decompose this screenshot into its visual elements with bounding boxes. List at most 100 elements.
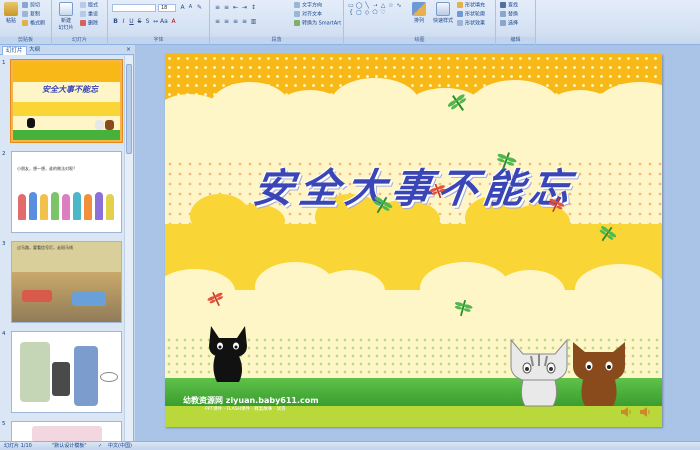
pentagon-shape-icon[interactable]: ⬠ <box>371 9 379 16</box>
paste-button[interactable]: 粘贴 <box>3 2 19 24</box>
slide-canvas[interactable]: 安全大事不能忘 幼教资源网 ziyuan.baby611.com PPT课件 ·… <box>165 54 662 427</box>
slide-thumbnail-2[interactable]: 小朋友，想一想，谁的做法对呢？ <box>11 151 122 233</box>
pen-icon <box>457 11 463 17</box>
slide-thumbnail-3[interactable]: 过马路，要看信号灯，走斑马线 <box>11 241 122 323</box>
shape-fill-button[interactable]: 形状填充 <box>457 2 485 10</box>
slide-thumbnail-4[interactable] <box>11 331 122 413</box>
increase-indent-icon[interactable]: ⇥ <box>241 4 248 11</box>
font-name-combo[interactable] <box>112 4 156 12</box>
font-size-combo[interactable]: 18 <box>158 4 176 12</box>
delete-button[interactable]: 删除 <box>80 20 98 28</box>
speaker-icon[interactable] <box>620 406 632 418</box>
text-direction-icon <box>294 2 300 8</box>
new-slide-icon <box>59 2 73 16</box>
clipboard-group: 粘贴 剪切 复制 格式刷 剪贴板 <box>0 0 52 45</box>
callout-shape-icon[interactable]: ▢ <box>355 9 363 16</box>
thumb-children-illustration <box>18 188 116 224</box>
thumb-illustration <box>32 426 102 442</box>
new-slide-button[interactable]: 新建 幻灯片 <box>55 2 77 31</box>
reset-button[interactable]: 重设 <box>80 11 98 19</box>
delete-icon <box>80 20 86 26</box>
replace-icon <box>500 11 506 17</box>
grey-cat-illustration <box>510 338 568 407</box>
align-left-icon[interactable]: ≡ <box>214 18 221 25</box>
smartart-icon <box>294 20 300 26</box>
font-color-icon[interactable]: A <box>170 18 177 25</box>
ribbon: 粘贴 剪切 复制 格式刷 剪贴板 新建 幻灯片 版式 重设 删除 幻灯片 18 … <box>0 0 700 45</box>
align-right-icon[interactable]: ≡ <box>232 18 239 25</box>
copy-button[interactable]: 复制 <box>22 11 40 19</box>
dragonfly-icon <box>497 152 517 170</box>
smartart-button[interactable]: 转换为 SmartArt <box>294 20 341 28</box>
grow-font-icon[interactable]: A <box>179 4 186 11</box>
rectangle-shape-icon[interactable]: ▭ <box>347 2 355 9</box>
shape-outline-button[interactable]: 形状轮廓 <box>457 11 485 19</box>
star-shape-icon[interactable]: ☆ <box>387 2 395 9</box>
website-footer: 幼教资源网 ziyuan.baby611.com <box>183 396 319 405</box>
shapes-gallery[interactable]: ▭ ◯ ╲ ➝ △ ☆ ∿ {▢ ◇ ⬠ ♡ <box>347 2 409 16</box>
clear-format-icon[interactable]: ✎ <box>196 4 203 11</box>
thumb-speech-bubble <box>100 372 118 382</box>
slide-number: 1 <box>2 60 6 66</box>
curve-shape-icon[interactable]: ∿ <box>395 2 403 9</box>
replace-button[interactable]: 替换 <box>500 11 518 19</box>
bullets-icon[interactable]: ≡ <box>214 4 221 11</box>
line-shape-icon[interactable]: ╲ <box>363 2 371 9</box>
shadow-icon[interactable]: S <box>144 18 151 25</box>
strikethrough-icon[interactable]: S <box>136 18 143 25</box>
select-button[interactable]: 选择 <box>500 20 518 28</box>
slide-number: 5 <box>2 421 6 427</box>
slide-thumbnail-5[interactable] <box>11 421 122 443</box>
align-text-icon <box>294 11 300 17</box>
brace-shape-icon[interactable]: { <box>347 9 355 16</box>
arrow-shape-icon[interactable]: ➝ <box>371 2 379 9</box>
tab-slides[interactable]: 幻灯片 <box>2 46 27 55</box>
line-spacing-icon[interactable]: ↕ <box>250 4 257 11</box>
cut-button[interactable]: 剪切 <box>22 2 40 10</box>
underline-icon[interactable]: U <box>128 18 135 25</box>
close-panel-icon[interactable]: × <box>126 46 131 53</box>
heart-shape-icon[interactable]: ♡ <box>379 9 387 16</box>
panel-tabs: 幻灯片 大纲 × <box>0 45 134 55</box>
spacing-icon[interactable]: ↔ <box>152 18 159 25</box>
tab-outline[interactable]: 大纲 <box>26 46 43 55</box>
layout-icon <box>80 2 86 8</box>
columns-icon[interactable]: ▥ <box>250 18 257 25</box>
justify-icon[interactable]: ≡ <box>241 18 248 25</box>
bold-icon[interactable]: B <box>112 18 119 25</box>
drawing-group: ▭ ◯ ╲ ➝ △ ☆ ∿ {▢ ◇ ⬠ ♡ 排列 快速样式 形状填充 形状轮廓 形状效果 绘图 <box>344 0 496 45</box>
find-button[interactable]: 查找 <box>500 2 518 10</box>
shape-effects-button[interactable]: 形状效果 <box>457 20 485 28</box>
editing-group-title: 编辑 <box>496 37 535 44</box>
diamond-shape-icon[interactable]: ◇ <box>363 9 371 16</box>
layout-button[interactable]: 版式 <box>80 2 98 10</box>
clipboard-group-title: 剪贴板 <box>0 37 51 44</box>
black-cat-illustration <box>209 326 247 382</box>
shrink-font-icon[interactable]: A <box>187 4 194 11</box>
format-painter-button[interactable]: 格式刷 <box>22 20 45 28</box>
text-direction-button[interactable]: 文字方向 <box>294 2 322 10</box>
paste-icon <box>4 2 18 16</box>
align-center-icon[interactable]: ≡ <box>223 18 230 25</box>
select-arrow-icon <box>500 20 506 26</box>
triangle-shape-icon[interactable]: △ <box>379 2 387 9</box>
reset-icon <box>80 11 86 17</box>
slide-thumbnail-1[interactable]: 安全大事不能忘 <box>10 59 123 143</box>
numbering-icon[interactable]: ≡ <box>223 4 230 11</box>
oval-shape-icon[interactable]: ◯ <box>355 2 363 9</box>
speaker-icon[interactable] <box>639 406 651 418</box>
thumb-black-cat <box>27 118 35 128</box>
dragonfly-icon <box>429 183 446 199</box>
decrease-indent-icon[interactable]: ⇤ <box>232 4 239 11</box>
case-icon[interactable]: Aa <box>160 18 168 25</box>
panel-scrollbar[interactable] <box>124 56 133 441</box>
copy-icon <box>22 11 28 17</box>
align-text-button[interactable]: 对齐文本 <box>294 11 322 19</box>
slides-group-title: 幻灯片 <box>52 37 107 44</box>
italic-icon[interactable]: I <box>120 18 127 25</box>
arrange-button[interactable]: 排列 <box>410 2 428 24</box>
quick-styles-button[interactable]: 快速样式 <box>430 2 456 24</box>
dragonfly-icon <box>454 299 473 317</box>
arrange-icon <box>412 2 426 16</box>
scrollbar-thumb[interactable] <box>126 64 132 154</box>
